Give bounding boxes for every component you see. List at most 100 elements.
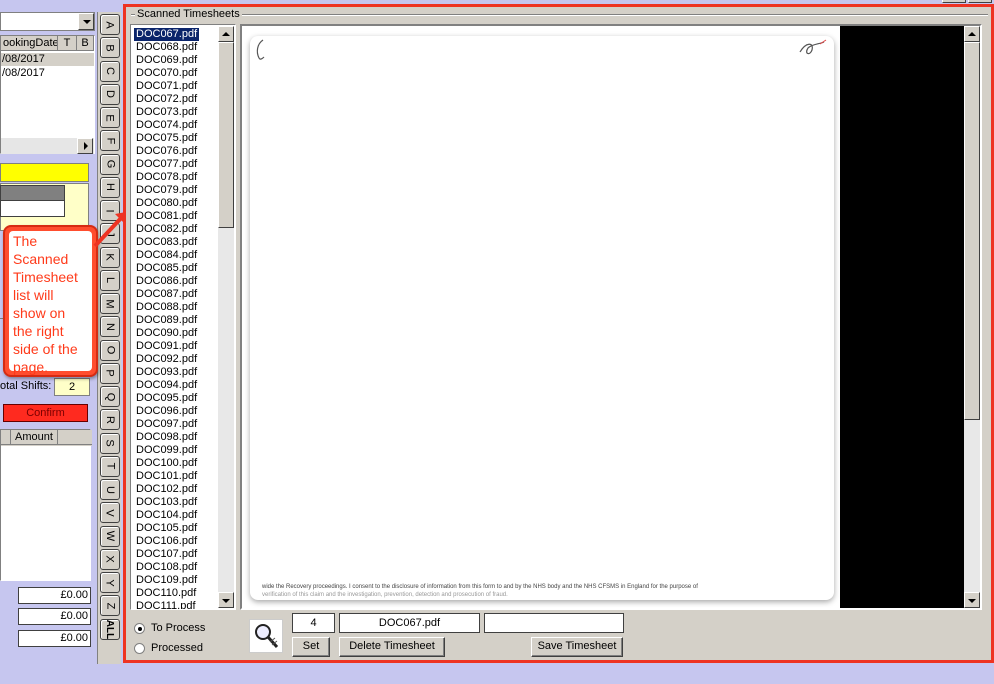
list-item[interactable]: DOC099.pdf bbox=[134, 444, 199, 457]
col-booking-date[interactable]: ookingDate bbox=[1, 36, 58, 51]
combo-dropdown-button[interactable] bbox=[78, 13, 94, 30]
alpha-tab-o[interactable]: O bbox=[100, 339, 120, 361]
list-item[interactable]: DOC085.pdf bbox=[134, 262, 199, 275]
list-item[interactable]: DOC068.pdf bbox=[134, 41, 199, 54]
alpha-tab-v[interactable]: V bbox=[100, 502, 120, 524]
list-item[interactable]: DOC069.pdf bbox=[134, 54, 199, 67]
confirm-button[interactable]: Confirm bbox=[3, 404, 88, 422]
alpha-tab-m[interactable]: M bbox=[100, 293, 120, 314]
filename-field[interactable]: DOC067.pdf bbox=[339, 613, 480, 633]
list-item[interactable]: DOC101.pdf bbox=[134, 470, 199, 483]
list-item[interactable]: DOC108.pdf bbox=[134, 561, 199, 574]
set-button[interactable]: Set bbox=[292, 637, 330, 657]
amount-grid[interactable]: Amount bbox=[0, 429, 92, 581]
list-item[interactable]: DOC075.pdf bbox=[134, 132, 199, 145]
list-item[interactable]: DOC093.pdf bbox=[134, 366, 199, 379]
list-item[interactable]: DOC082.pdf bbox=[134, 223, 199, 236]
list-item[interactable]: DOC100.pdf bbox=[134, 457, 199, 470]
list-item[interactable]: DOC074.pdf bbox=[134, 119, 199, 132]
save-timesheet-button[interactable]: Save Timesheet bbox=[531, 637, 623, 657]
money-field-3[interactable]: £0.00 bbox=[18, 630, 91, 647]
alpha-tab-f[interactable]: F bbox=[100, 130, 120, 152]
list-item[interactable]: DOC111.pdf bbox=[134, 600, 198, 609]
alpha-tab-x[interactable]: X bbox=[100, 548, 120, 570]
list-item[interactable]: DOC070.pdf bbox=[134, 67, 199, 80]
list-item[interactable]: DOC071.pdf bbox=[134, 80, 199, 93]
alpha-tab-r[interactable]: R bbox=[100, 409, 120, 431]
list-item[interactable]: DOC077.pdf bbox=[134, 158, 199, 171]
alpha-tab-q[interactable]: Q bbox=[100, 386, 120, 407]
extra-field[interactable] bbox=[484, 613, 624, 633]
list-item[interactable]: DOC097.pdf bbox=[134, 418, 199, 431]
list-item[interactable]: DOC073.pdf bbox=[134, 106, 199, 119]
scroll-up-button[interactable] bbox=[218, 26, 234, 42]
radio-to-process[interactable]: To Process bbox=[134, 622, 205, 634]
radio-dot[interactable] bbox=[134, 622, 145, 634]
alpha-tab-all[interactable]: ALL bbox=[100, 618, 120, 640]
scroll-down-button[interactable] bbox=[218, 592, 234, 608]
list-item[interactable]: DOC092.pdf bbox=[134, 353, 199, 366]
table-row[interactable]: /08/2017 bbox=[1, 53, 94, 66]
delete-timesheet-button[interactable]: Delete Timesheet bbox=[339, 637, 445, 657]
list-item[interactable]: DOC096.pdf bbox=[134, 405, 199, 418]
money-field-1[interactable]: £0.00 bbox=[18, 587, 91, 604]
alpha-tab-w[interactable]: W bbox=[100, 525, 120, 547]
list-item[interactable]: DOC086.pdf bbox=[134, 275, 199, 288]
list-item[interactable]: DOC088.pdf bbox=[134, 301, 199, 314]
number-field[interactable]: 4 bbox=[292, 613, 335, 633]
radio-processed[interactable]: Processed bbox=[134, 642, 203, 654]
alpha-tab-l[interactable]: L bbox=[100, 269, 120, 291]
alpha-tab-b[interactable]: B bbox=[100, 37, 120, 59]
col-blank-2[interactable] bbox=[58, 430, 92, 445]
document-viewer[interactable]: wide the Recovery proceedings. I consent… bbox=[240, 24, 982, 610]
window-button-2[interactable] bbox=[968, 0, 992, 3]
table-row[interactable]: /08/2017 bbox=[1, 67, 94, 80]
list-item[interactable]: DOC098.pdf bbox=[134, 431, 199, 444]
list-item[interactable]: DOC089.pdf bbox=[134, 314, 199, 327]
list-item[interactable]: DOC087.pdf bbox=[134, 288, 199, 301]
col-b[interactable]: B bbox=[77, 36, 94, 51]
file-list-scrollbar[interactable] bbox=[218, 26, 234, 608]
list-item[interactable]: DOC067.pdf bbox=[134, 28, 200, 41]
booking-grid[interactable]: ookingDate T B /08/2017 /08/2017 bbox=[0, 35, 95, 154]
alpha-tab-t[interactable]: T bbox=[100, 455, 120, 477]
list-item[interactable]: DOC107.pdf bbox=[134, 548, 199, 561]
col-amount[interactable]: Amount bbox=[11, 430, 58, 445]
alpha-tab-y[interactable]: Y bbox=[100, 572, 120, 593]
list-item[interactable]: DOC076.pdf bbox=[134, 145, 199, 158]
horizontal-scrollbar[interactable] bbox=[1, 138, 94, 154]
viewer-scrollbar[interactable] bbox=[964, 26, 980, 608]
alpha-tab-z[interactable]: Z bbox=[100, 595, 120, 617]
alpha-tab-s[interactable]: S bbox=[100, 432, 120, 454]
alpha-tab-a[interactable]: A bbox=[100, 14, 120, 35]
top-combo-box[interactable] bbox=[0, 12, 95, 31]
alpha-tab-d[interactable]: D bbox=[100, 83, 120, 105]
viewer-scroll-thumb[interactable] bbox=[964, 42, 980, 420]
list-item[interactable]: DOC105.pdf bbox=[134, 522, 199, 535]
list-item[interactable]: DOC079.pdf bbox=[134, 184, 199, 197]
radio-dot[interactable] bbox=[134, 642, 145, 654]
list-item[interactable]: DOC081.pdf bbox=[134, 210, 199, 223]
list-item[interactable]: DOC094.pdf bbox=[134, 379, 199, 392]
list-item[interactable]: DOC091.pdf bbox=[134, 340, 199, 353]
window-button-1[interactable] bbox=[942, 0, 966, 3]
list-item[interactable]: DOC072.pdf bbox=[134, 93, 199, 106]
list-item[interactable]: DOC106.pdf bbox=[134, 535, 199, 548]
alpha-tab-e[interactable]: E bbox=[100, 107, 120, 128]
list-item[interactable]: DOC104.pdf bbox=[134, 509, 199, 522]
scroll-thumb[interactable] bbox=[218, 42, 234, 228]
list-item[interactable]: DOC109.pdf bbox=[134, 574, 199, 587]
alpha-tab-u[interactable]: U bbox=[100, 479, 120, 500]
list-item[interactable]: DOC110.pdf bbox=[134, 587, 198, 600]
white-field[interactable] bbox=[0, 200, 65, 217]
dark-field[interactable] bbox=[0, 185, 65, 201]
list-item[interactable]: DOC090.pdf bbox=[134, 327, 199, 340]
money-field-2[interactable]: £0.00 bbox=[18, 608, 91, 625]
scroll-right-button[interactable] bbox=[77, 138, 93, 154]
alpha-tab-n[interactable]: N bbox=[100, 316, 120, 338]
col-t[interactable]: T bbox=[58, 36, 77, 51]
list-item[interactable]: DOC095.pdf bbox=[134, 392, 199, 405]
list-item[interactable]: DOC083.pdf bbox=[134, 236, 199, 249]
alpha-tab-p[interactable]: P bbox=[100, 362, 120, 384]
list-item[interactable]: DOC080.pdf bbox=[134, 197, 199, 210]
